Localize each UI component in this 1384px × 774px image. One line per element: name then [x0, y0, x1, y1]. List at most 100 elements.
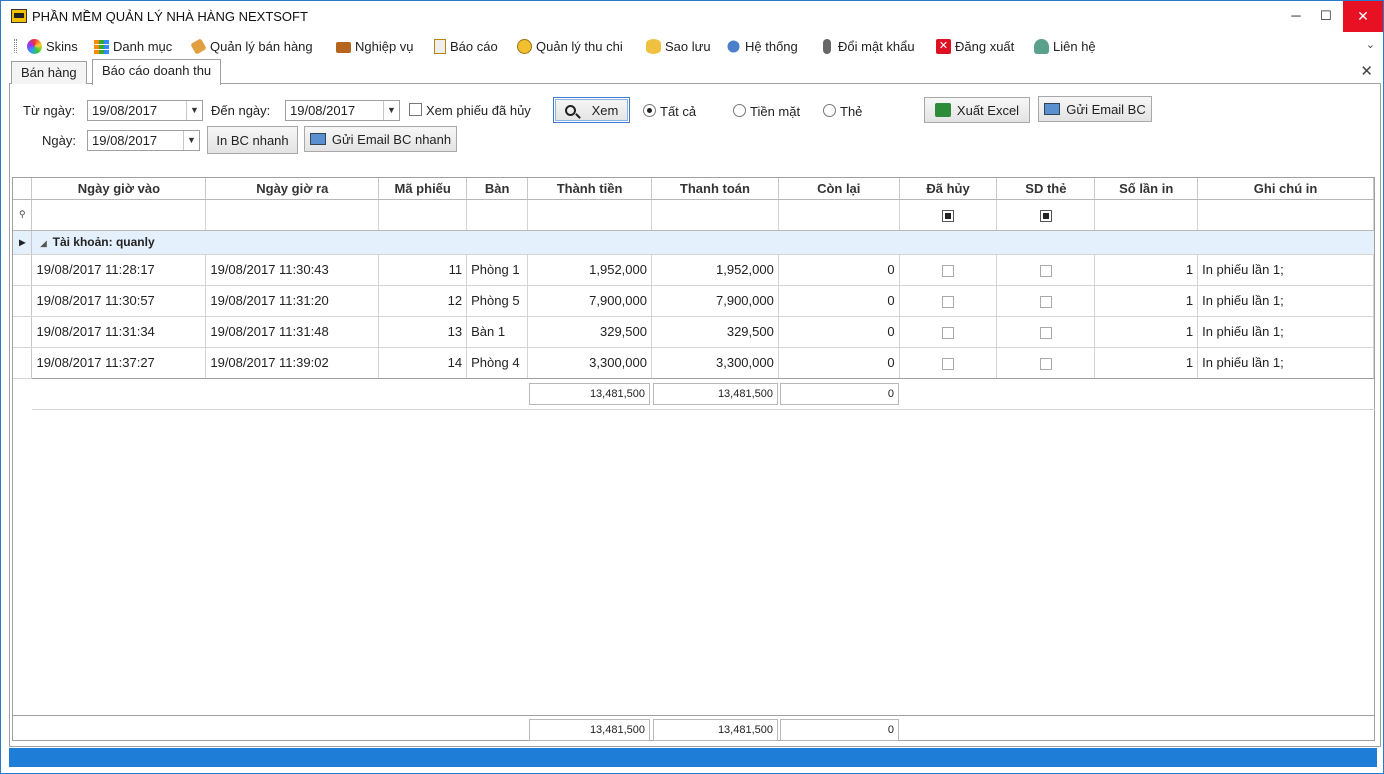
close-tab-icon[interactable]: ✕ [1360, 62, 1373, 80]
group-cell: ◢ Tài khoản: quanly [31, 230, 1374, 255]
chevron-down-icon[interactable]: ▼ [186, 101, 202, 120]
cell-time-in: 19/08/2017 11:30:57 [31, 285, 207, 317]
row-indicator [13, 285, 33, 317]
menu-sao-luu[interactable]: Sao lưu [646, 36, 711, 56]
menu-label: Báo cáo [450, 38, 498, 54]
cell-cancelled [899, 316, 998, 348]
title-bar: PHẦN MỀM QUẢN LÝ NHÀ HÀNG NEXTSOFT ─ ☐ ✕ [1, 1, 1383, 32]
radio-cash[interactable] [733, 104, 746, 117]
group-total-remain: 0 [780, 383, 899, 405]
radio-cash-label[interactable]: Tiền mặt [750, 104, 800, 119]
filter-cell[interactable] [527, 199, 652, 231]
column-header[interactable]: Số lần in [1094, 178, 1199, 200]
show-cancelled-checkbox[interactable] [409, 103, 422, 116]
cell-table: Phòng 4 [466, 347, 529, 379]
radio-all[interactable] [643, 104, 656, 117]
cancelled-checkbox[interactable] [942, 295, 955, 308]
close-window-button[interactable]: ✕ [1343, 1, 1383, 32]
table-row[interactable]: 19/08/2017 11:37:27 19/08/2017 11:39:02 … [13, 347, 1374, 379]
filter-cell[interactable] [1197, 199, 1374, 231]
menu-nghiep-vu[interactable]: Nghiệp vụ [336, 36, 414, 56]
group-label: Tài khoản: quanly [52, 235, 155, 249]
filter-cell[interactable] [996, 199, 1096, 231]
menu-quan-ly-ban-hang[interactable]: Quản lý bán hàng [190, 36, 313, 56]
menu-bao-cao[interactable]: Báo cáo [434, 36, 498, 56]
tag-icon [190, 37, 207, 55]
menu-dang-xuat[interactable]: ✕ Đăng xuất [936, 36, 1014, 56]
quick-email-button[interactable]: Gửi Email BC nhanh [304, 126, 457, 152]
table-row[interactable]: 19/08/2017 11:31:34 19/08/2017 11:31:48 … [13, 316, 1374, 348]
column-header[interactable]: Mã phiếu [378, 178, 468, 200]
cancelled-checkbox[interactable] [942, 264, 955, 277]
cell-amount: 329,500 [527, 316, 652, 348]
collapse-arrow-icon[interactable]: ◢ [40, 239, 46, 248]
chevron-down-icon[interactable]: ▼ [183, 131, 199, 150]
export-excel-button[interactable]: Xuất Excel [924, 97, 1030, 123]
menu-label: Đăng xuất [955, 38, 1015, 54]
send-email-button[interactable]: Gửi Email BC [1038, 96, 1152, 122]
cell-print-count: 1 [1094, 347, 1199, 379]
radio-all-label[interactable]: Tất cả [660, 104, 696, 119]
filter-cell[interactable] [778, 199, 900, 231]
filter-card-checkbox[interactable] [1039, 209, 1052, 222]
cancelled-checkbox[interactable] [942, 357, 955, 370]
filter-cell[interactable] [205, 199, 380, 231]
to-date-picker[interactable]: 19/08/2017 ▼ [285, 100, 400, 121]
show-cancelled-label[interactable]: Xem phiếu đã hủy [426, 103, 531, 118]
filter-cell[interactable] [378, 199, 468, 231]
cell-print-count: 1 [1094, 316, 1199, 348]
menu-doi-mat-khau[interactable]: Đổi mật khẩu [820, 36, 915, 56]
column-header[interactable]: Đã hủy [899, 178, 998, 200]
chevron-down-icon[interactable]: ▼ [383, 101, 399, 120]
tab-ban-hang[interactable]: Bán hàng [11, 61, 87, 84]
maximize-button[interactable]: ☐ [1311, 1, 1341, 32]
menu-skins[interactable]: Skins [27, 36, 78, 56]
group-row[interactable]: ▸ ◢ Tài khoản: quanly [13, 230, 1374, 255]
minimize-button[interactable]: ─ [1281, 1, 1311, 32]
menu-label: Liên hệ [1053, 38, 1096, 54]
radio-card[interactable] [823, 104, 836, 117]
app-window: PHẦN MỀM QUẢN LÝ NHÀ HÀNG NEXTSOFT ─ ☐ ✕… [0, 0, 1384, 774]
table-row[interactable]: 19/08/2017 11:28:17 19/08/2017 11:30:43 … [13, 254, 1374, 286]
card-checkbox[interactable] [1039, 264, 1052, 277]
cell-paid: 329,500 [651, 316, 779, 348]
cell-print-note: In phiếu lần 1; [1197, 316, 1374, 348]
filter-cell[interactable] [31, 199, 207, 231]
column-header[interactable]: Ghi chú in [1197, 178, 1374, 200]
filter-cell[interactable] [651, 199, 779, 231]
filter-cell[interactable] [1094, 199, 1199, 231]
day-picker[interactable]: 19/08/2017 ▼ [87, 130, 200, 151]
filter-cancelled-checkbox[interactable] [942, 209, 955, 222]
quick-print-button[interactable]: In BC nhanh [207, 126, 298, 154]
cell-time-in: 19/08/2017 11:37:27 [31, 347, 207, 379]
menu-danh-muc[interactable]: Danh mục [94, 36, 172, 56]
cancelled-checkbox[interactable] [942, 326, 955, 339]
cell-cancelled [899, 285, 998, 317]
tab-bao-cao-doanh-thu[interactable]: Báo cáo doanh thu [92, 59, 222, 85]
menu-grip-handle[interactable] [14, 39, 17, 53]
menu-quan-ly-thu-chi[interactable]: Quản lý thu chi [517, 36, 623, 56]
from-date-picker[interactable]: 19/08/2017 ▼ [87, 100, 203, 121]
menu-overflow-chevron-icon[interactable]: ⌄ [1366, 38, 1375, 51]
card-checkbox[interactable] [1039, 357, 1052, 370]
card-checkbox[interactable] [1039, 295, 1052, 308]
view-button[interactable]: Xem [553, 97, 630, 123]
column-header[interactable]: Thành tiền [527, 178, 652, 200]
column-header[interactable]: Thanh toán [651, 178, 779, 200]
window-title: PHẦN MỀM QUẢN LÝ NHÀ HÀNG NEXTSOFT [32, 9, 308, 24]
footer-total-paid: 13,481,500 [653, 719, 778, 741]
column-header[interactable]: SD thẻ [996, 178, 1096, 200]
filter-cell[interactable] [466, 199, 529, 231]
filter-cell[interactable] [899, 199, 998, 231]
card-checkbox[interactable] [1039, 326, 1052, 339]
table-row[interactable]: 19/08/2017 11:30:57 19/08/2017 11:31:20 … [13, 285, 1374, 317]
menu-he-thong[interactable]: Hệ thống [726, 36, 798, 56]
microphone-icon [823, 38, 831, 54]
column-header[interactable]: Ngày giờ ra [205, 178, 380, 200]
menu-lien-he[interactable]: Liên hệ [1034, 36, 1096, 56]
quick-email-label: Gửi Email BC nhanh [331, 131, 452, 147]
radio-card-label[interactable]: Thẻ [840, 104, 862, 119]
column-header[interactable]: Ngày giờ vào [31, 178, 207, 200]
column-header[interactable]: Bàn [466, 178, 529, 200]
column-header[interactable]: Còn lại [778, 178, 900, 200]
